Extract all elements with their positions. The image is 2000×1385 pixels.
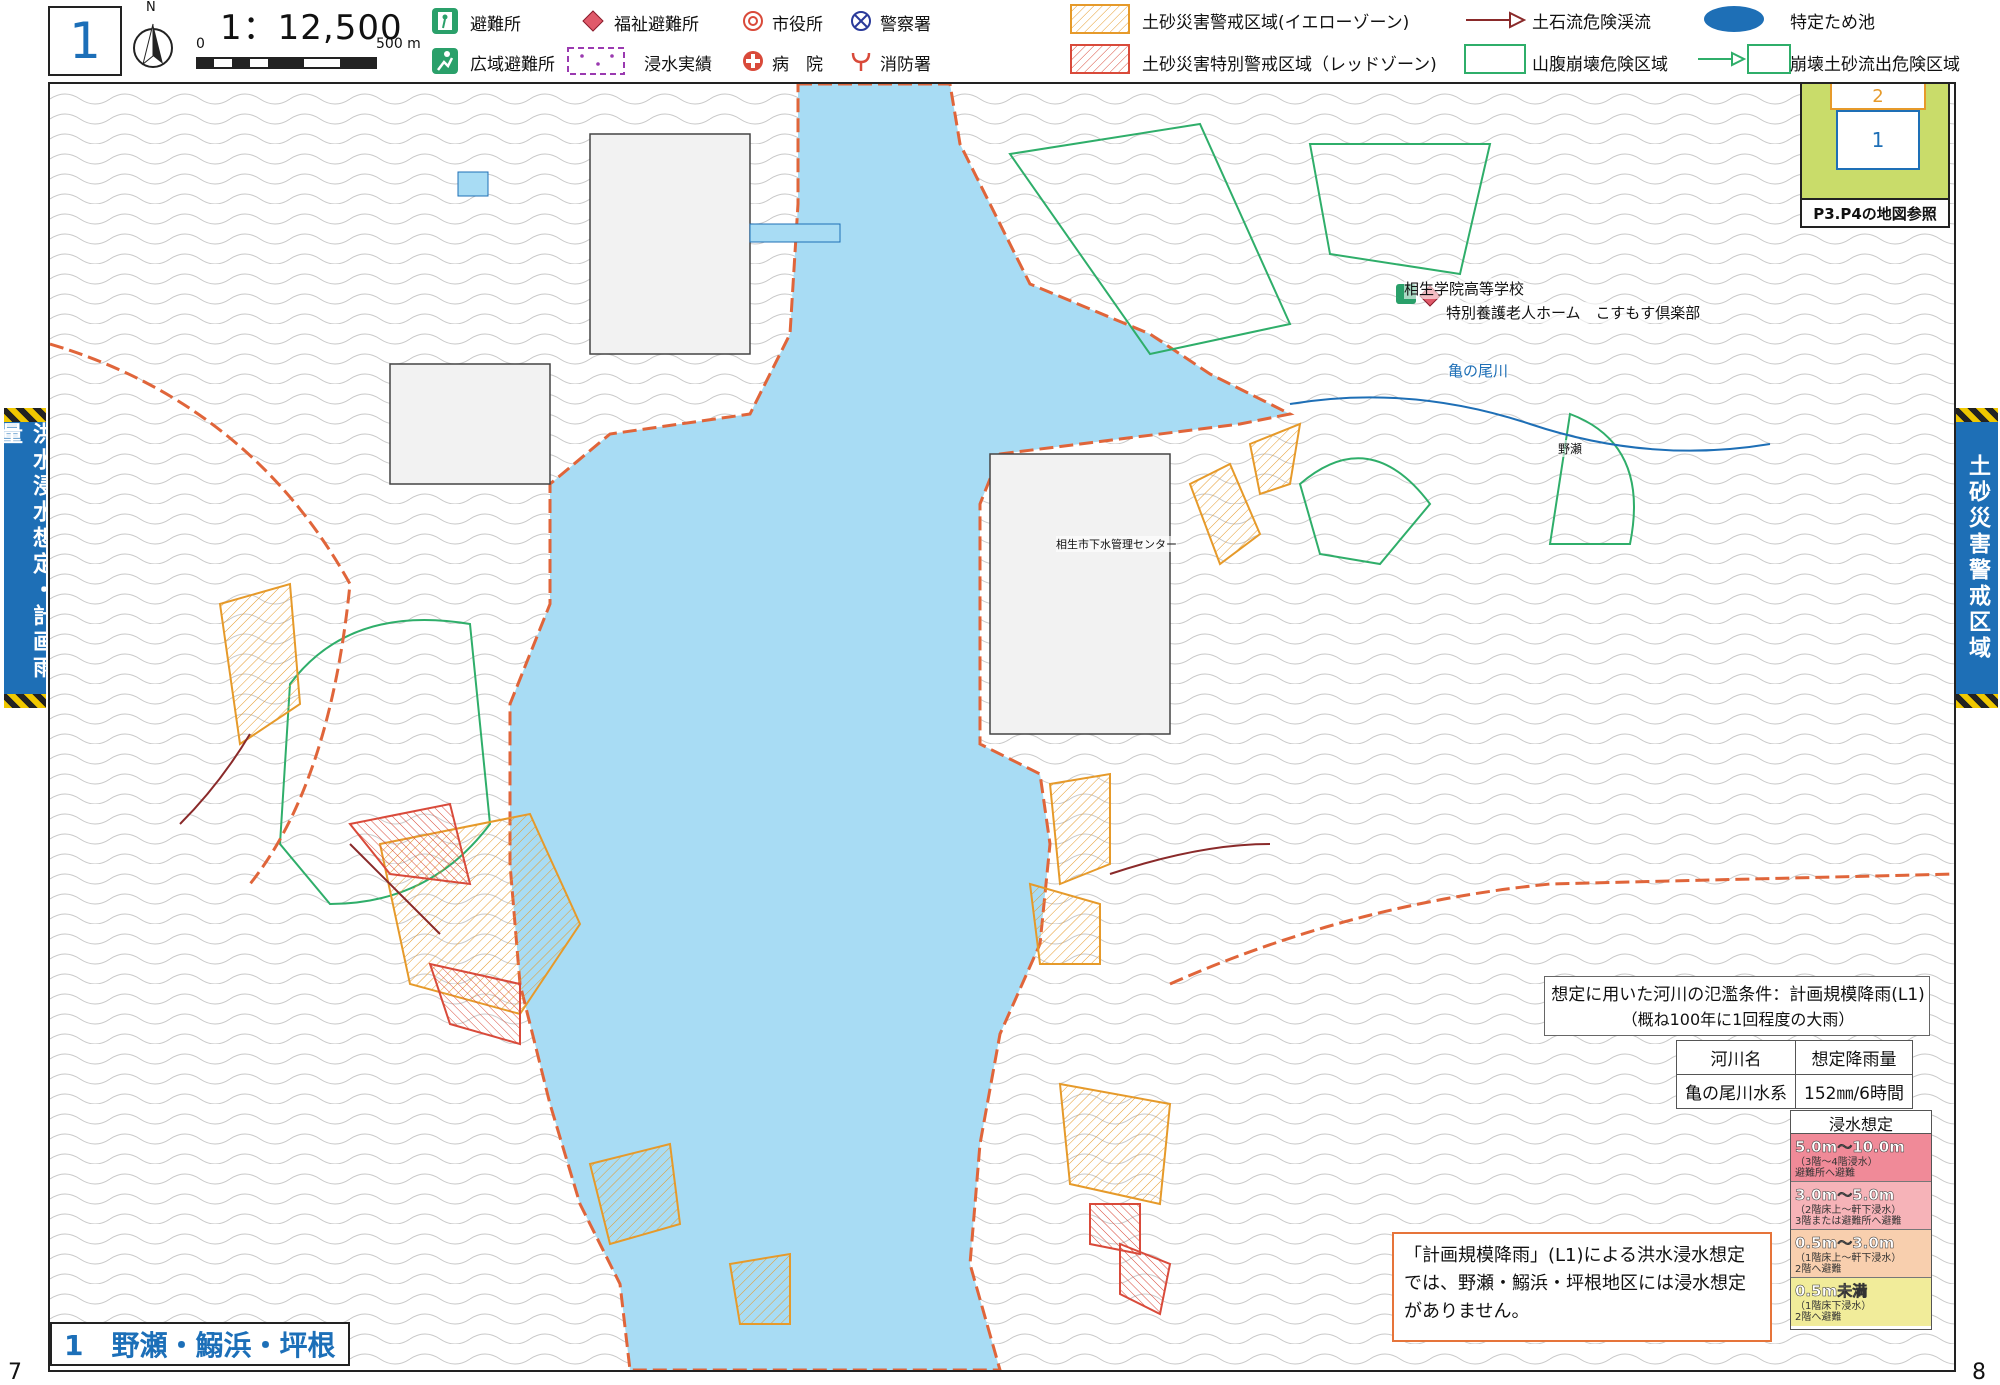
depth-row-2: 3.0m～5.0m （2階床上～軒下浸水） 3階または避難所へ避難 (1791, 1182, 1931, 1230)
depth-row-2-main: 3.0m～5.0m (1795, 1186, 1895, 1205)
depth-row-4: 0.5m未満 （1階床下浸水） 2階へ避難 (1791, 1278, 1931, 1326)
legend-debris-flow-stream: 土石流危険渓流 (1532, 13, 1651, 33)
fire-station-icon (851, 52, 871, 71)
depth-row-1: 5.0m～10.0m （3階～4階浸水） 避難所へ避難 (1791, 1134, 1931, 1182)
depth-row-2-sub1: （2階床上～軒下浸水） (1795, 1205, 1902, 1216)
label-nursing-home: 特別養護老人ホーム こすもす倶楽部 (1446, 302, 1701, 323)
legend-collapse-debris-area: 崩壊土砂流出危険区域 (1790, 55, 1960, 75)
depth-legend-title: 浸水想定 (1791, 1111, 1931, 1134)
left-tab-stripe-bottom (4, 694, 46, 708)
depth-row-1-sub1: （3階～4階浸水） (1795, 1157, 1878, 1168)
right-tab-stripe-bottom (1956, 694, 1998, 708)
hospital-icon (743, 51, 763, 71)
legend-yellow-zone: 土砂災害警戒区域(イエローゾーン) (1142, 13, 1410, 33)
city-hall-icon (743, 11, 763, 31)
evacuation-site-icon (432, 8, 458, 34)
flood-depth-legend: 浸水想定 5.0m～10.0m （3階～4階浸水） 避難所へ避難 3.0m～5.… (1790, 1110, 1932, 1330)
side-tab-flood[interactable]: 洪水浸水想定・計画雨量 (0, 422, 54, 694)
side-tab-landslide[interactable]: 土砂災害警戒区域 (1956, 422, 1998, 694)
legend-hospital: 病 院 (772, 55, 823, 75)
index-map-box-1[interactable]: 1 (1836, 110, 1920, 170)
page-number-right: 8 (1972, 1360, 1986, 1385)
label-river: 亀の尾川 (1448, 360, 1509, 381)
wide-evacuation-site-icon (432, 48, 458, 74)
north-label: N (146, 0, 156, 15)
legend-wide-evacuation-site: 広域避難所 (470, 55, 555, 75)
conditions-line1: 想定に用いた河川の氾濫条件：計画規模降雨(L1) (1551, 985, 1925, 1005)
depth-row-1-main: 5.0m～10.0m (1795, 1138, 1905, 1157)
depth-row-3-sub2: 2階へ避難 (1795, 1264, 1842, 1275)
index-map-box-2[interactable]: 2 (1830, 84, 1926, 110)
table-row: 亀の尾川水系 152㎜/6時間 (1676, 1074, 1913, 1109)
flood-record-icon (567, 47, 625, 75)
region-title: 1 野瀬・鰯浜・坪根 (50, 1322, 350, 1366)
yellow-zone-icon (1070, 4, 1130, 34)
table-header-rain: 想定降雨量 (1795, 1040, 1913, 1075)
right-tab-stripe-top (1956, 408, 1998, 422)
depth-row-2-sub2: 3階または避難所へ避難 (1795, 1216, 1902, 1227)
sheet-number: 1 (48, 6, 122, 76)
table-row: 河川名 想定降雨量 (1676, 1040, 1913, 1075)
collapse-debris-area-icon (1698, 44, 1791, 74)
legend-police: 警察署 (880, 15, 931, 35)
no-flood-note: 「計画規模降雨」(L1)による洪水浸水想定では、野瀬・鰯浜・坪根地区には浸水想定… (1392, 1232, 1772, 1342)
depth-row-4-sub2: 2階へ避難 (1795, 1312, 1842, 1323)
legend-city-hall: 市役所 (772, 15, 823, 35)
label-sewage-center: 相生市下水管理センター (1056, 536, 1177, 552)
conditions-line2: （概ね100年に1回程度の大雨） (1621, 1010, 1855, 1029)
table-cell-river: 亀の尾川水系 (1676, 1074, 1796, 1109)
scalebar (196, 57, 377, 69)
slope-collapse-area-icon (1464, 44, 1526, 74)
depth-row-3: 0.5m～3.0m （1階床上～軒下浸水） 2階へ避難 (1791, 1230, 1931, 1278)
designated-pond-icon (1704, 6, 1764, 32)
label-school: 相生学院高等学校 (1404, 278, 1525, 299)
legend-designated-pond: 特定ため池 (1790, 13, 1875, 33)
legend-welfare-evacuation-site: 福祉避難所 (614, 15, 699, 35)
depth-row-3-sub1: （1階床上～軒下浸水） (1795, 1253, 1902, 1264)
depth-row-4-main: 0.5m未満 (1795, 1282, 1868, 1301)
legend-flood-record: 浸水実績 (644, 55, 712, 75)
page-number-left: 7 (8, 1360, 22, 1385)
label-district: 野瀬 (1558, 440, 1583, 457)
legend-slope-collapse-area: 山腹崩壊危険区域 (1532, 55, 1668, 75)
depth-row-1-sub2: 避難所へ避難 (1795, 1168, 1855, 1179)
table-header-river: 河川名 (1676, 1040, 1796, 1075)
rainfall-table: 河川名 想定降雨量 亀の尾川水系 152㎜/6時間 (1676, 1040, 1913, 1109)
index-map-caption: P3.P4の地図参照 (1800, 198, 1950, 228)
red-zone-icon (1070, 44, 1130, 74)
legend-red-zone: 土砂災害特別警戒区域（レッドゾーン) (1142, 55, 1437, 75)
left-tab-stripe-top (4, 408, 46, 422)
debris-flow-stream-icon (1466, 11, 1526, 29)
police-icon (851, 11, 871, 31)
legend-fire-station: 消防署 (880, 55, 931, 75)
legend-evacuation-site: 避難所 (470, 15, 521, 35)
hazard-map[interactable]: 相生学院高等学校 特別養護老人ホーム こすもす倶楽部 亀の尾川 野瀬 相生市下水… (48, 82, 1956, 1372)
table-cell-rain: 152㎜/6時間 (1795, 1074, 1913, 1109)
depth-row-4-sub1: （1階床下浸水） (1795, 1301, 1872, 1312)
depth-row-3-main: 0.5m～3.0m (1795, 1234, 1895, 1253)
map-canvas (50, 84, 1954, 1370)
welfare-evacuation-icon (582, 10, 604, 32)
